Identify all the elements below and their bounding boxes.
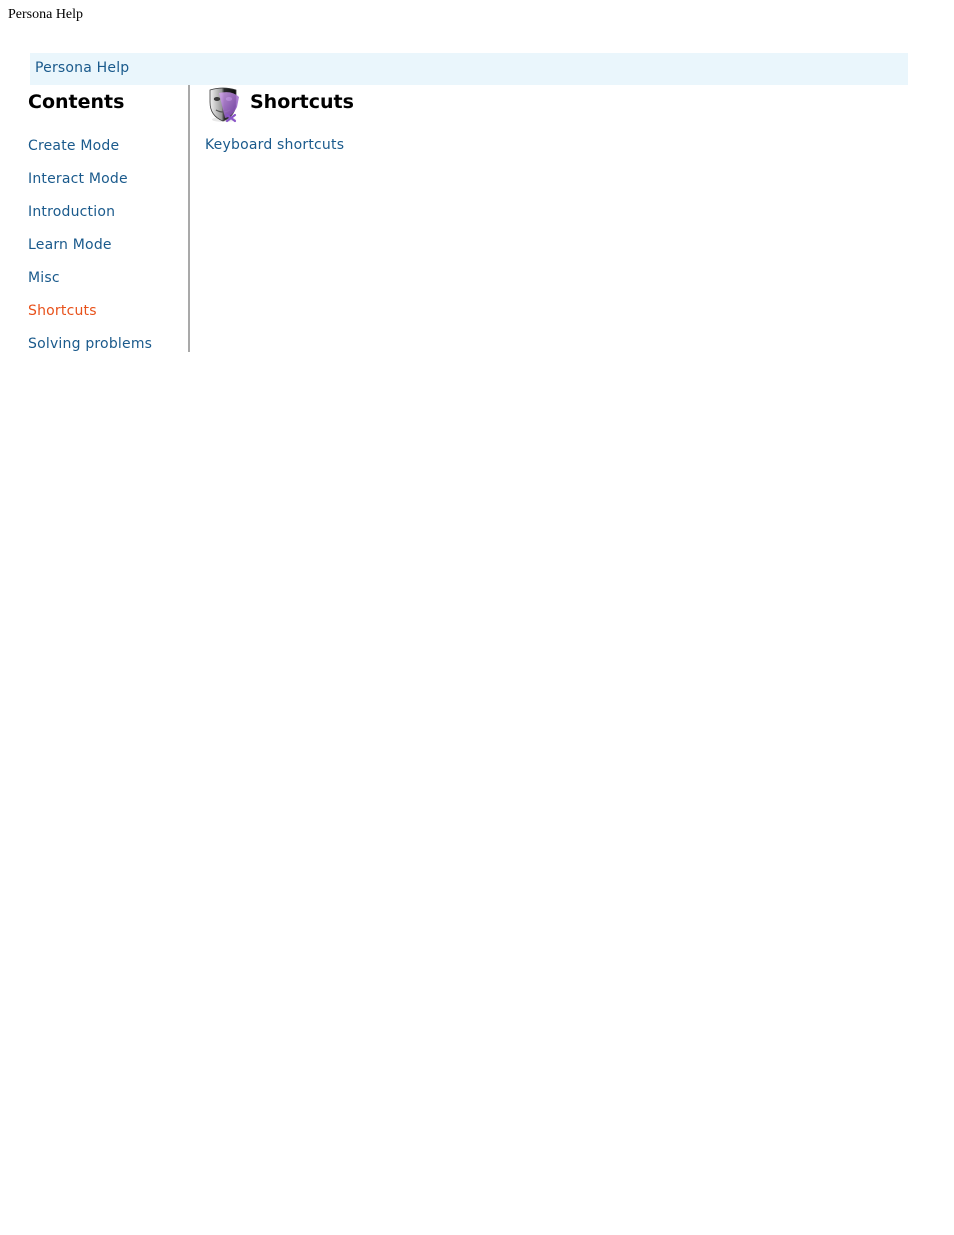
sidebar-item-learn-mode[interactable]: Learn Mode (28, 237, 112, 253)
breadcrumb-home-link[interactable]: Persona Help (35, 59, 129, 77)
sidebar-title: Contents (28, 91, 125, 113)
list-item: Create Mode (28, 135, 152, 168)
sidebar-item-introduction[interactable]: Introduction (28, 204, 115, 220)
list-item: Introduction (28, 201, 152, 234)
window-title: Persona Help (8, 7, 84, 22)
main-content: Shortcuts Keyboard shortcuts (205, 85, 905, 185)
sidebar-item-solving-problems[interactable]: Solving problems (28, 336, 152, 352)
contents-sidebar: Contents Create Mode Interact Mode Intro… (28, 85, 190, 352)
page-title: Shortcuts (250, 91, 354, 113)
breadcrumb: Persona Help (30, 53, 908, 85)
list-item: Learn Mode (28, 234, 152, 267)
keyboard-shortcuts-link[interactable]: Keyboard shortcuts (205, 135, 344, 155)
list-item: Interact Mode (28, 168, 152, 201)
list-item: Misc (28, 267, 152, 300)
theater-mask-icon (209, 87, 239, 123)
sidebar-item-misc[interactable]: Misc (28, 270, 60, 286)
list-item: Shortcuts (28, 300, 152, 333)
sidebar-item-shortcuts[interactable]: Shortcuts (28, 303, 97, 319)
sidebar-item-interact-mode[interactable]: Interact Mode (28, 171, 128, 187)
contents-list: Create Mode Interact Mode Introduction L… (28, 135, 152, 366)
sidebar-item-create-mode[interactable]: Create Mode (28, 138, 119, 154)
list-item: Solving problems (28, 333, 152, 366)
